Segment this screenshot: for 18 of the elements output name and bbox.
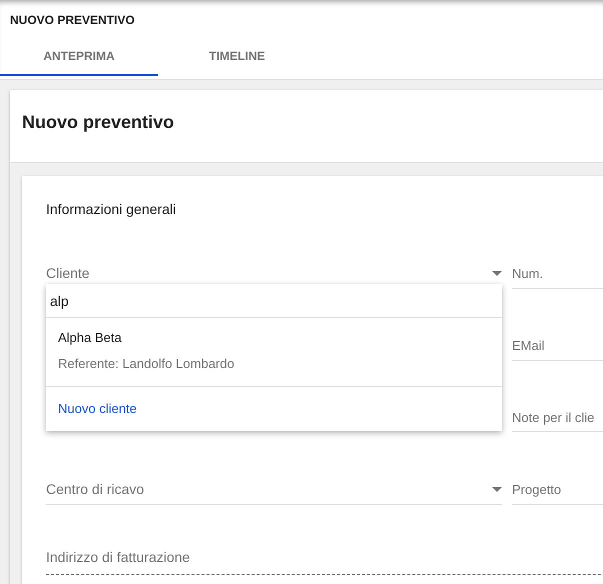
client-option[interactable]: Alpha Beta Referente: Landolfo Lombardo [46,318,502,387]
page-title: NUOVO PREVENTIVO [9,12,136,29]
dropdown-caret-icon [492,271,502,276]
section-title: Informazioni generali [46,200,177,219]
client-name: Alpha Beta [58,329,123,347]
text-field[interactable]: Indirizzo di fatturazione [46,547,603,575]
tab[interactable]: TIMELINE [158,41,316,76]
text-field[interactable]: Note per il clie [512,408,603,432]
new-client-link[interactable]: Nuovo cliente [58,399,137,419]
text-field[interactable]: Progetto [512,479,603,505]
text-field[interactable]: Num. [512,263,603,289]
text-field[interactable]: EMail [512,336,603,360]
card-title: Nuovo preventivo [22,112,174,132]
search-field[interactable]: alp [46,284,502,318]
dropdown-caret-icon [492,487,502,492]
tab[interactable]: ANTEPRIMA [0,41,158,76]
select-field[interactable]: Centro di ricavo [46,479,502,505]
client-contact: Referente: Landolfo Lombardo [58,354,236,372]
